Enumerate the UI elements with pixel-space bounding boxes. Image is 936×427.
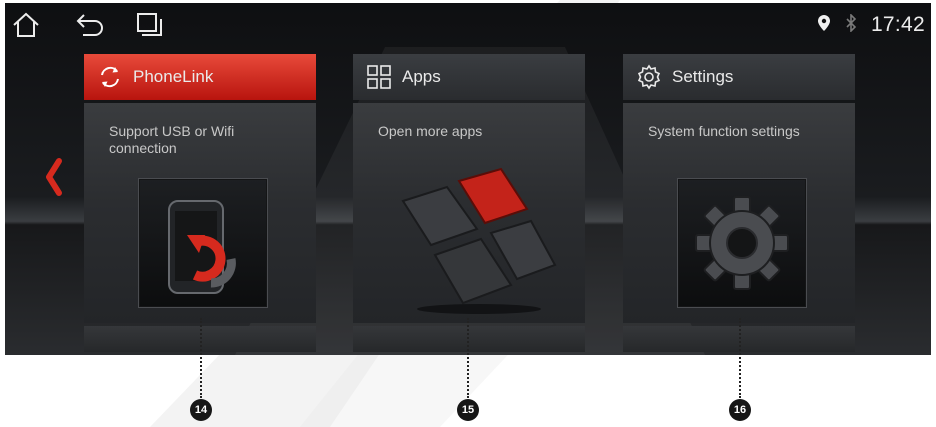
- phonelink-description: Support USB or Wifi connection: [109, 123, 235, 156]
- apps-card[interactable]: Apps Open more apps: [353, 54, 585, 352]
- settings-body: System function settings: [623, 103, 855, 323]
- phonelink-title: PhoneLink: [133, 67, 214, 86]
- apps-footer: [353, 326, 585, 352]
- phonelink-card[interactable]: PhoneLink Support USB or Wifi connection: [84, 54, 316, 352]
- settings-card[interactable]: Settings System function settings: [623, 54, 855, 352]
- status-bar: 17:42: [5, 3, 931, 47]
- callout-badge-16: 16: [729, 399, 751, 421]
- callout-badge-15: 15: [457, 399, 479, 421]
- callout-line-15: [467, 318, 469, 398]
- apps-header[interactable]: Apps: [353, 54, 585, 100]
- callout-line-14: [200, 318, 202, 398]
- settings-header[interactable]: Settings: [623, 54, 855, 100]
- chevron-left-icon[interactable]: [43, 155, 65, 199]
- gear-illustration[interactable]: [677, 178, 807, 308]
- settings-title: Settings: [672, 67, 734, 86]
- callout-line-16: [739, 318, 741, 398]
- apps-description: Open more apps: [378, 123, 483, 139]
- settings-description: System function settings: [648, 123, 800, 139]
- sync-icon: [97, 64, 123, 90]
- phonelink-body: Support USB or Wifi connection: [84, 103, 316, 323]
- callout-badge-14: 14: [190, 399, 212, 421]
- phonelink-header[interactable]: PhoneLink: [84, 54, 316, 100]
- gear-icon: [636, 64, 662, 90]
- location-pin-icon: [817, 14, 831, 37]
- apps-title: Apps: [402, 67, 441, 86]
- status-right: 17:42: [817, 3, 925, 47]
- home-icon[interactable]: [11, 11, 41, 39]
- grid-icon: [366, 64, 392, 90]
- back-icon[interactable]: [75, 11, 105, 39]
- apps-body: Open more apps: [353, 103, 585, 323]
- clock: 17:42: [870, 13, 925, 36]
- bluetooth-icon: [845, 12, 857, 37]
- phone-sync-illustration[interactable]: [138, 178, 268, 308]
- recent-apps-icon[interactable]: [135, 11, 165, 39]
- app-tiles-illustration[interactable]: [389, 165, 559, 315]
- head-unit-screen: 17:42 PhoneLink Support USB or Wifi conn…: [5, 3, 931, 355]
